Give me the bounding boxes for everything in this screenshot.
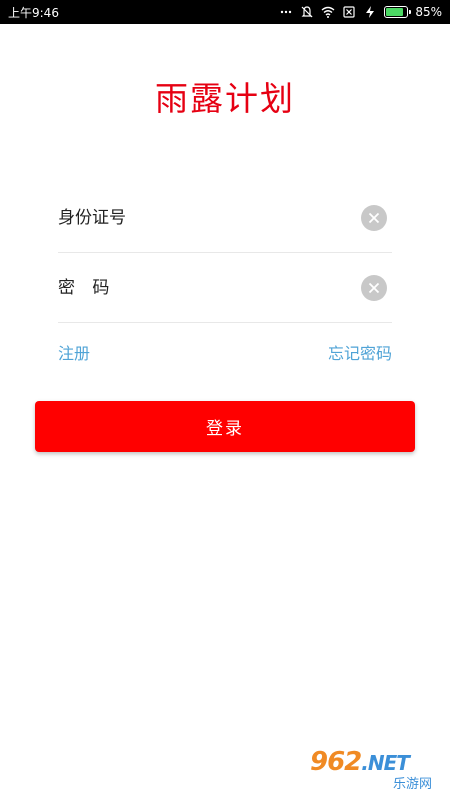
id-number-field	[58, 183, 392, 253]
status-time: 上午9:46	[8, 5, 59, 20]
battery-percent: 85%	[415, 5, 442, 19]
status-bar: 上午9:46 85%	[0, 0, 450, 24]
app-title: 雨露计划	[155, 79, 295, 118]
login-button[interactable]: 登录	[35, 401, 415, 452]
clear-id-button[interactable]	[361, 204, 387, 231]
more-dots-icon	[279, 5, 293, 19]
watermark-bottom: 乐游网	[392, 777, 432, 792]
charging-icon	[363, 5, 377, 19]
watermark-suffix: .NET	[361, 751, 410, 775]
close-icon	[368, 212, 380, 223]
battery-icon	[384, 6, 412, 18]
password-input[interactable]	[58, 277, 338, 298]
id-number-input[interactable]	[58, 207, 338, 228]
password-field	[58, 253, 392, 323]
mute-icon	[300, 5, 314, 19]
watermark-digits: 962	[310, 747, 362, 777]
wifi-icon	[321, 5, 335, 19]
battery-level-fill	[386, 8, 404, 16]
clear-password-button[interactable]	[361, 274, 387, 301]
watermark-logo: 962.NET 乐游网	[310, 748, 442, 794]
close-icon	[368, 282, 380, 293]
forgot-password-link[interactable]: 忘记密码	[328, 340, 392, 364]
watermark-top: 962.NET	[310, 748, 442, 777]
link-row: 注册 忘记密码	[58, 340, 392, 364]
status-icons: 85%	[279, 5, 442, 19]
register-link[interactable]: 注册	[58, 340, 90, 364]
sim-off-icon	[342, 5, 356, 19]
